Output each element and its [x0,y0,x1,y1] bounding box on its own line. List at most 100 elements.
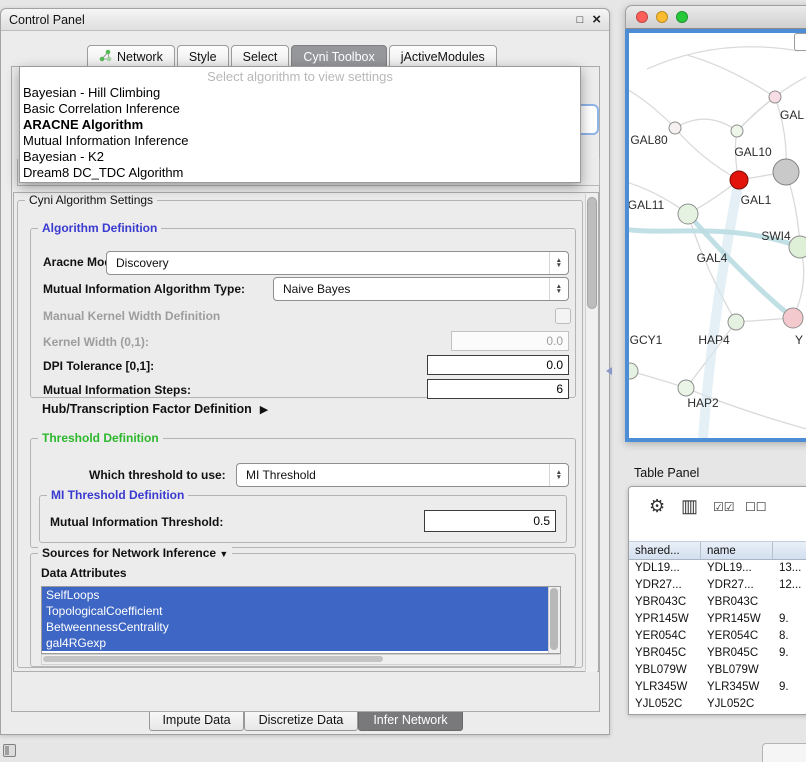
mi-threshold-label: Mutual Information Threshold: [50,515,223,529]
dropdown-item[interactable]: Mutual Information Inference [20,133,580,149]
table-row[interactable]: YLR345WYLR345W9. [629,679,806,696]
zoom-traffic-light[interactable] [676,11,688,23]
cyni-algorithm-settings-group: Cyni Algorithm Settings Algorithm Defini… [17,200,583,668]
node[interactable] [728,314,744,330]
threshold-definition-group: Threshold Definition Which threshold to … [30,438,576,548]
node[interactable] [769,91,781,103]
group-title: Threshold Definition [38,431,163,445]
node[interactable] [678,204,698,224]
dropdown-item[interactable]: Dream8 DC_TDC Algorithm [20,165,580,181]
group-title: Cyni Algorithm Settings [25,193,157,207]
scrollbar-thumb[interactable] [587,197,597,309]
scrollbar-thumb[interactable] [550,588,558,650]
data-attributes-list: SelfLoops TopologicalCoefficient Between… [41,586,561,654]
manual-kernel-checkbox[interactable] [555,308,571,324]
panel-dock-icon[interactable] [3,744,16,757]
tab-style[interactable]: Style [177,45,229,68]
node-selected-red[interactable] [730,171,748,189]
node[interactable] [789,236,806,258]
list-item[interactable]: BetweennessCentrality [42,619,549,635]
control-panel-titlebar[interactable]: Control Panel □ × [1,9,609,31]
node-label: HAP4 [698,333,729,347]
close-traffic-light[interactable] [636,11,648,23]
node-label: SWI4 [761,229,790,243]
tab-network[interactable]: Network [87,45,175,68]
sources-group: Sources for Network Inference ▼ Data Att… [30,553,576,667]
tab-jactivemodules[interactable]: jActiveModules [389,45,497,68]
tab-cyni-toolbox[interactable]: Cyni Toolbox [291,45,386,68]
dropdown-item[interactable]: Bayesian - Hill Climbing [20,85,580,101]
mi-steps-input[interactable] [427,379,569,399]
sources-toggle[interactable]: Sources for Network Inference ▼ [38,546,232,560]
list-scrollbar[interactable] [548,587,560,653]
dropdown-item[interactable]: Basic Correlation Inference [20,101,580,117]
algorithm-dropdown-popup: Select algorithm to view settings Bayesi… [19,66,581,183]
list-item[interactable]: gal4RGexp [42,635,549,651]
node-label: GAL4 [697,251,728,265]
table-row[interactable]: YPR145WYPR145W9. [629,611,806,628]
dropdown-item[interactable]: Bayesian - K2 [20,149,580,165]
combo-arrows-icon: ▲▼ [549,278,568,300]
node-label: GAL80 [630,133,667,147]
kernel-width-label: Kernel Width (0,1): [43,335,149,349]
mi-type-label: Mutual Information Algorithm Type: [43,282,245,296]
node[interactable] [773,159,799,185]
close-icon[interactable]: × [592,15,601,25]
float-window-icon[interactable]: □ [577,14,584,26]
node[interactable] [629,363,638,379]
window-corner-fragment [762,743,806,762]
node[interactable] [783,308,803,328]
deselect-all-checks-icon[interactable]: ☐☐ [745,500,767,514]
scrollbar-thumb[interactable] [43,656,383,662]
dpi-tolerance-input[interactable] [427,355,569,375]
data-attributes-label: Data Attributes [41,566,127,580]
aracne-mode-select[interactable]: Discovery ▲▼ [106,251,569,275]
table-row[interactable]: YER054CYER054C8. [629,628,806,645]
minimize-traffic-light[interactable] [656,11,668,23]
table-row[interactable]: YDR27...YDR27...12... [629,577,806,594]
dropdown-prompt: Select algorithm to view settings [20,68,580,85]
node-label: GAL [780,108,804,122]
table-row[interactable]: YDL19...YDL19...13... [629,560,806,577]
table-panel-window: ⚙ ▥ ☑☑ ☐☐ shared... name YDL19...YDL19..… [628,486,806,715]
table-row[interactable]: YBR043CYBR043C [629,594,806,611]
network-view-titlebar[interactable] [625,5,806,29]
mi-threshold-input[interactable] [424,510,556,532]
tab-select[interactable]: Select [231,45,290,68]
node[interactable] [731,125,743,137]
settings-scrollbar[interactable] [585,194,597,672]
table-body: YDL19...YDL19...13... YDR27...YDR27...12… [629,560,806,713]
column-header[interactable]: shared... [629,541,701,560]
columns-icon[interactable]: ▥ [681,496,698,517]
mi-type-select[interactable]: Naive Bayes ▲▼ [273,277,569,301]
hub-definition-toggle[interactable]: Hub/Transcription Factor Definition ▶ [42,402,268,416]
node[interactable] [678,380,694,396]
select-all-checks-icon[interactable]: ☑☑ [713,500,735,514]
column-header[interactable] [773,541,806,560]
mi-threshold-group: MI Threshold Definition Mutual Informati… [39,495,567,543]
list-item[interactable]: TopologicalCoefficient [42,603,549,619]
node-label: HAP2 [687,396,718,410]
network-view-window: GAL80 GAL10 GAL11 GAL1 SWI4 GAL4 GCY1 HA… [625,5,806,442]
list-hscrollbar[interactable] [41,654,561,665]
view-toolbar-fragment[interactable] [794,33,806,51]
expanded-down-icon: ▼ [219,549,228,559]
table-row[interactable]: YJL052CYJL052C [629,696,806,713]
gear-icon[interactable]: ⚙ [649,496,665,517]
table-panel-title: Table Panel [634,466,699,480]
control-panel-tabbar: Network Style Select Cyni Toolbox jActiv… [87,45,499,68]
table-row[interactable]: YBL079WYBL079W [629,662,806,679]
column-header[interactable]: name [701,541,773,560]
table-row[interactable]: YBR045CYBR045C9. [629,645,806,662]
combo-arrows-icon: ▲▼ [549,464,568,486]
control-panel-window: Control Panel □ × Network Style Select C… [0,8,610,735]
network-canvas[interactable]: GAL80 GAL10 GAL11 GAL1 SWI4 GAL4 GCY1 HA… [625,29,806,442]
dropdown-item-selected[interactable]: ARACNE Algorithm [20,117,580,133]
list-item[interactable]: SelfLoops [42,587,549,603]
splitter-collapse-icon[interactable] [606,367,612,375]
node[interactable] [669,122,681,134]
node-label: GAL1 [741,193,772,207]
kernel-width-input[interactable] [451,331,569,351]
combo-arrows-icon: ▲▼ [549,252,568,274]
which-threshold-select[interactable]: MI Threshold ▲▼ [236,463,569,487]
